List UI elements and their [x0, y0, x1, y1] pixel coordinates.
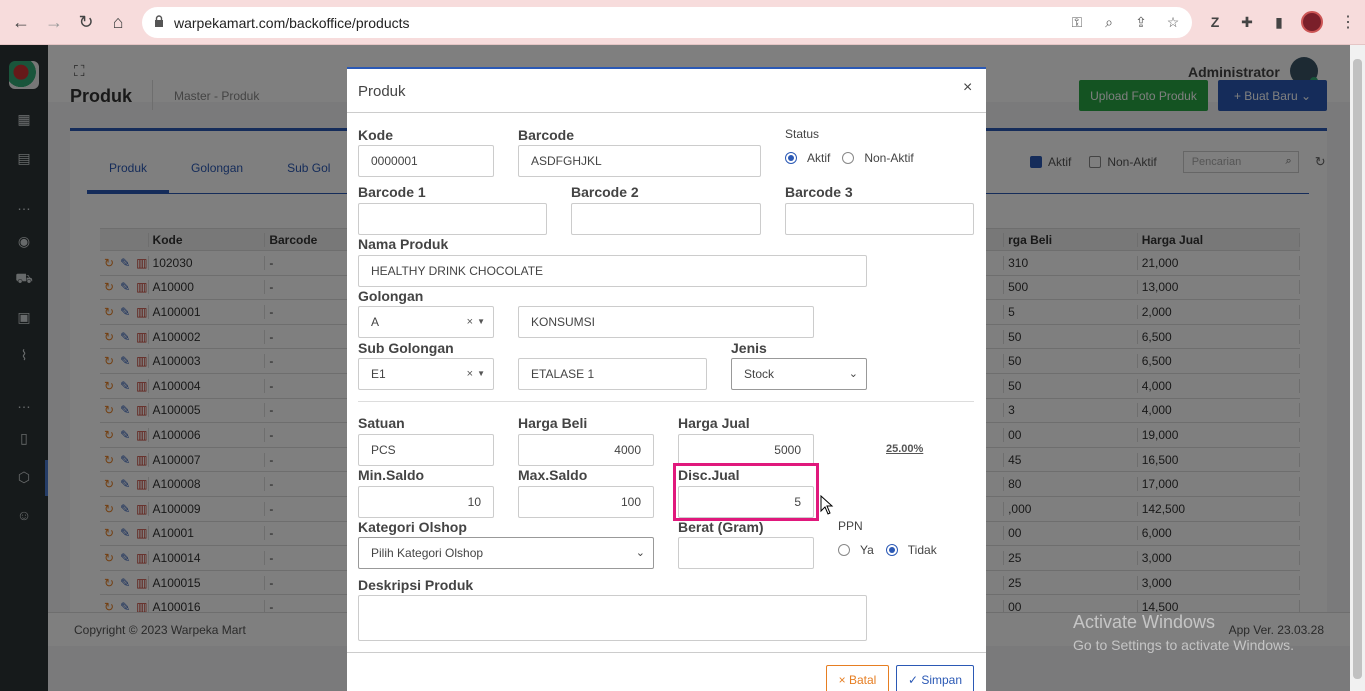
kategori-olshop-value: Pilih Kategori Olshop: [371, 546, 484, 560]
caret-down-icon: ▼: [477, 317, 485, 326]
barcode-label: Barcode: [518, 127, 575, 143]
cancel-button[interactable]: × Batal: [826, 665, 889, 691]
ppn-no-label: Tidak: [907, 543, 937, 557]
golongan-select-value: A: [371, 315, 380, 329]
jenis-select-value: Stock: [744, 367, 775, 381]
ppn-no-radio[interactable]: [885, 544, 898, 556]
modal-title: Produk: [358, 83, 406, 100]
puzzle-icon[interactable]: ✚: [1237, 12, 1257, 32]
mouse-cursor-icon: [820, 495, 834, 515]
close-icon[interactable]: ×: [963, 79, 972, 97]
sub-golongan-select[interactable]: E1 × ▼: [358, 358, 494, 390]
golongan-select[interactable]: A × ▼: [358, 306, 494, 338]
status-label: Status: [785, 127, 820, 141]
kode-label: Kode: [358, 127, 393, 143]
address-bar[interactable]: warpekamart.com/backoffice/products ⚿ ⌕ …: [142, 7, 1192, 38]
satuan-input[interactable]: PCS: [358, 434, 494, 466]
harga-jual-input[interactable]: 5000: [678, 434, 814, 466]
nama-produk-label: Nama Produk: [358, 236, 449, 252]
chevron-down-icon-3: ⌄: [635, 547, 645, 559]
nama-produk-input[interactable]: HEALTHY DRINK CHOCOLATE: [358, 255, 867, 287]
max-saldo-label: Max.Saldo: [518, 467, 588, 483]
sub-golongan-select-value: E1: [371, 367, 386, 381]
berat-label: Berat (Gram): [678, 519, 764, 535]
sub-golongan-name-input[interactable]: ETALASE 1: [518, 358, 707, 390]
golongan-name-input[interactable]: KONSUMSI: [518, 306, 814, 338]
jenis-label: Jenis: [731, 340, 767, 356]
barcode3-label: Barcode 3: [785, 184, 853, 200]
status-inactive-label: Non-Aktif: [864, 151, 914, 165]
min-saldo-input[interactable]: 10: [358, 486, 494, 518]
status-active-label: Aktif: [807, 151, 831, 165]
harga-beli-label: Harga Beli: [518, 415, 588, 431]
ppn-label: PPN: [838, 519, 863, 533]
margin-percent[interactable]: 25.00%: [886, 443, 923, 455]
status-inactive-radio[interactable]: [842, 152, 855, 164]
clear-icon[interactable]: ×: [467, 316, 473, 328]
watermark-subtitle: Go to Settings to activate Windows.: [1073, 637, 1294, 653]
barcode2-label: Barcode 2: [571, 184, 639, 200]
deskripsi-textarea[interactable]: [358, 595, 867, 641]
page-scrollbar[interactable]: [1350, 45, 1365, 691]
menu-icon[interactable]: ⋮: [1340, 12, 1356, 32]
harga-jual-label: Harga Jual: [678, 415, 750, 431]
sidepanel-icon[interactable]: ▮: [1269, 12, 1289, 32]
chevron-down-icon-2: ⌄: [848, 368, 858, 380]
barcode-input[interactable]: ASDFGHJKL: [518, 145, 761, 177]
browser-toolbar: ← → ↻ ⌂ warpekamart.com/backoffice/produ…: [0, 0, 1365, 45]
barcode1-label: Barcode 1: [358, 184, 426, 200]
status-active-radio[interactable]: [785, 152, 797, 164]
share-icon[interactable]: ⇪: [1132, 13, 1150, 31]
star-icon[interactable]: ☆: [1164, 13, 1182, 31]
berat-input[interactable]: [678, 537, 814, 569]
reload-icon[interactable]: ↻: [75, 11, 97, 33]
forward-icon[interactable]: →: [43, 11, 65, 33]
save-button[interactable]: ✓ Simpan: [896, 665, 974, 691]
jenis-select[interactable]: Stock ⌄: [731, 358, 867, 390]
watermark-title: Activate Windows: [1073, 612, 1216, 632]
lock-icon: [155, 15, 163, 27]
max-saldo-input[interactable]: 100: [518, 486, 654, 518]
ppn-yes-radio[interactable]: [838, 544, 850, 556]
min-saldo-label: Min.Saldo: [358, 467, 425, 483]
back-icon[interactable]: ←: [10, 11, 32, 33]
golongan-label: Golongan: [358, 288, 424, 304]
kategori-olshop-label: Kategori Olshop: [358, 519, 467, 535]
sub-golongan-label: Sub Golongan: [358, 340, 454, 356]
kategori-olshop-select[interactable]: Pilih Kategori Olshop ⌄: [358, 537, 654, 569]
product-modal: Produk × Kode 0000001 Barcode ASDFGHJKL …: [347, 67, 986, 691]
key-icon[interactable]: ⚿: [1068, 13, 1086, 31]
barcode2-input[interactable]: [571, 203, 761, 235]
zoom-icon[interactable]: ⌕: [1100, 13, 1118, 31]
barcode3-input[interactable]: [785, 203, 974, 235]
harga-beli-input[interactable]: 4000: [518, 434, 654, 466]
home-icon[interactable]: ⌂: [107, 11, 129, 33]
barcode1-input[interactable]: [358, 203, 547, 235]
caret-down-icon-2: ▼: [477, 369, 485, 378]
deskripsi-label: Deskripsi Produk: [358, 577, 474, 593]
url-text: warpekamart.com/backoffice/products: [174, 15, 410, 31]
satuan-label: Satuan: [358, 415, 405, 431]
extension-z-icon[interactable]: Z: [1205, 12, 1225, 32]
ppn-yes-label: Ya: [860, 543, 874, 557]
profile-avatar[interactable]: [1301, 11, 1323, 33]
kode-input[interactable]: 0000001: [358, 145, 494, 177]
windows-watermark: Activate Windows Go to Settings to activ…: [1073, 612, 1294, 653]
focus-highlight-box: [673, 463, 819, 521]
clear-icon-2[interactable]: ×: [467, 368, 473, 380]
